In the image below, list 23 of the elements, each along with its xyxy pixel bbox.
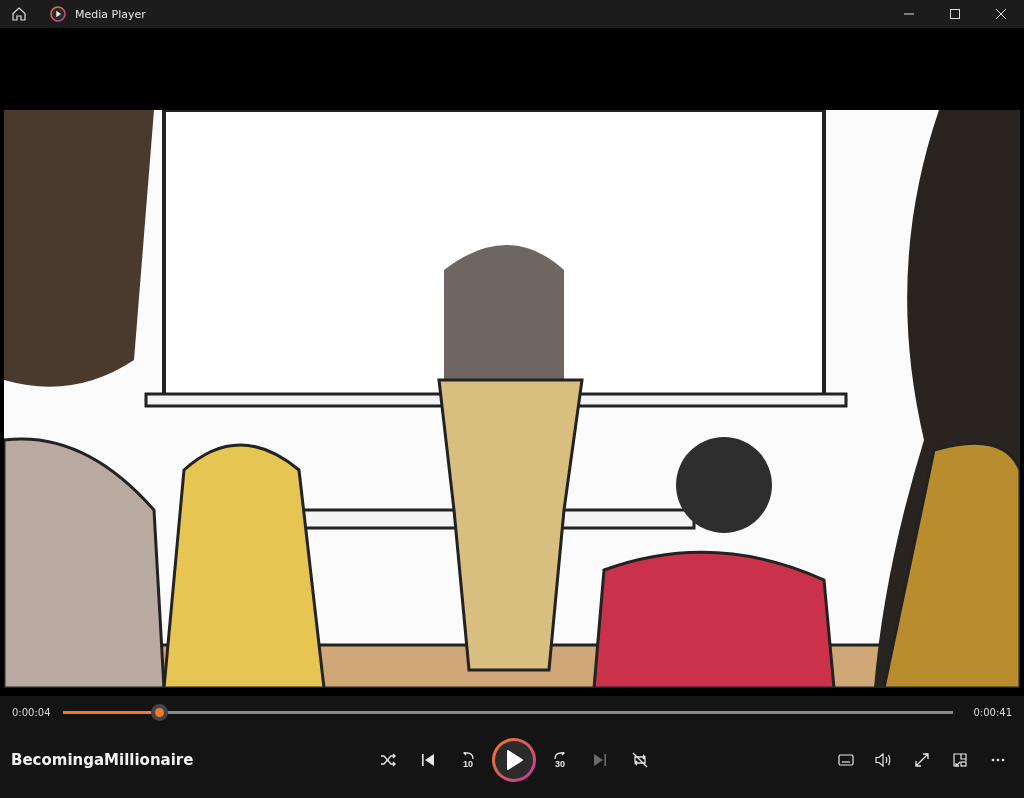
more-icon <box>991 758 1005 762</box>
next-icon <box>593 752 607 768</box>
total-time: 0:00:41 <box>973 706 1012 718</box>
elapsed-time: 0:00:04 <box>12 706 51 718</box>
shuffle-icon <box>380 752 396 768</box>
app-logo-icon <box>50 6 66 22</box>
speaker-icon <box>875 752 893 768</box>
subtitles-icon <box>838 753 854 767</box>
media-title: BecomingaMillionaire <box>11 751 195 769</box>
window-title: Media Player <box>75 7 146 21</box>
close-icon <box>996 9 1006 19</box>
previous-icon <box>421 752 435 768</box>
rewind-arrow-icon <box>461 751 475 760</box>
home-icon <box>11 6 27 22</box>
forward-arrow-icon <box>553 751 567 760</box>
mini-player-icon <box>952 752 968 768</box>
skip-forward-button[interactable]: 30 <box>544 744 576 776</box>
maximize-icon <box>950 9 960 19</box>
seek-thumb[interactable] <box>150 703 168 721</box>
skip-back-button[interactable]: 10 <box>452 744 484 776</box>
play-icon <box>505 750 523 770</box>
repeat-off-icon <box>632 752 648 768</box>
expand-arrow-icon <box>914 752 930 768</box>
